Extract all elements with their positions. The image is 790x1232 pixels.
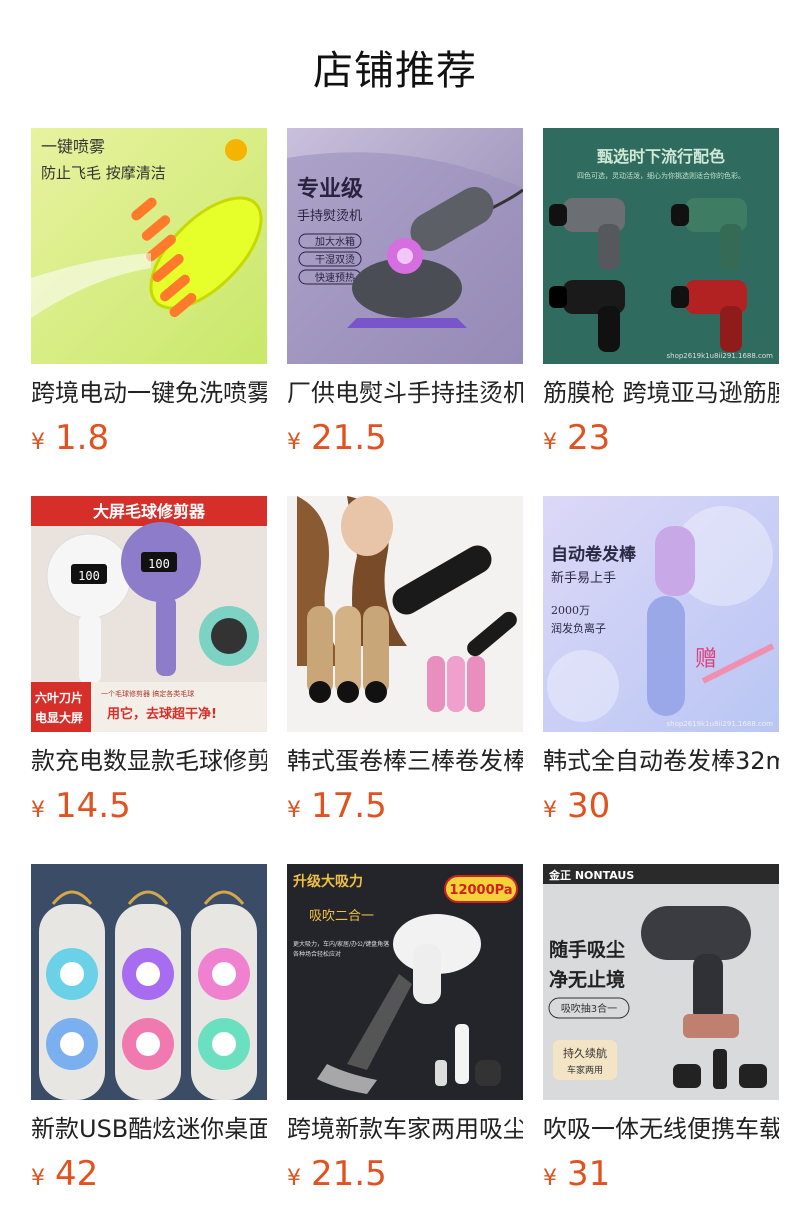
img-text: shop2619k1u8ii291.1688.com bbox=[667, 720, 774, 728]
product-price: ¥17.5 bbox=[287, 784, 387, 828]
product-name[interactable]: 新款USB酷炫迷你桌面风扇 bbox=[31, 1112, 267, 1146]
product-name[interactable]: 韩式全自动卷发棒32mm bbox=[543, 744, 779, 778]
pet-brush-image: 一键喷雾 防止飞毛 按摩清洁 bbox=[31, 128, 267, 364]
product-image[interactable]: 一键喷雾 防止飞毛 按摩清洁 bbox=[31, 128, 267, 364]
price-value: 42 bbox=[55, 1154, 99, 1194]
hair-curler-image bbox=[287, 496, 523, 732]
product-image[interactable]: 专业级 手持熨烫机 加大水箱 干湿双烫 快速预热 bbox=[287, 128, 523, 364]
img-text: 手持熨烫机 bbox=[297, 209, 362, 224]
img-text: 100 bbox=[78, 569, 100, 583]
img-text: 专业级 bbox=[297, 176, 363, 202]
img-text: 用它，去球超干净! bbox=[106, 706, 217, 722]
product-price: ¥23 bbox=[543, 416, 610, 460]
product-card[interactable]: 升级大吸力 吸吹二合一 更大吸力，车内/家居/办公/键盘角落 各种场合轻松应对 … bbox=[287, 864, 523, 1204]
handheld-vacuum-image: 金正 NONTAUS 随手吸尘 净无止境 吸吹抽3合一 持久续航 车家两用 bbox=[543, 864, 779, 1100]
img-text: 六叶刀片 bbox=[35, 690, 83, 705]
product-image[interactable] bbox=[31, 864, 267, 1100]
product-price: ¥30 bbox=[543, 784, 610, 828]
lint-remover-image: 大屏毛球修剪器 100 100 六叶刀片 电显大屏 一个毛球修剪器 搞定各类毛球… bbox=[31, 496, 267, 732]
product-card[interactable]: 韩式蛋卷棒三棒卷发棒 ¥17.5 bbox=[287, 496, 523, 836]
steam-iron-image: 专业级 手持熨烫机 加大水箱 干湿双烫 快速预热 bbox=[287, 128, 523, 364]
product-image[interactable]: 大屏毛球修剪器 100 100 六叶刀片 电显大屏 一个毛球修剪器 搞定各类毛球… bbox=[31, 496, 267, 732]
img-text: 加大水箱 bbox=[315, 235, 355, 248]
product-card[interactable]: 一键喷雾 防止飞毛 按摩清洁 跨境电动一键免洗喷雾宠物梳 ¥1.8 bbox=[31, 128, 267, 468]
img-text: 干湿双烫 bbox=[315, 254, 355, 266]
product-name[interactable]: 韩式蛋卷棒三棒卷发棒 bbox=[287, 744, 523, 778]
product-image[interactable]: 金正 NONTAUS 随手吸尘 净无止境 吸吹抽3合一 持久续航 车家两用 bbox=[543, 864, 779, 1100]
img-text: 电显大屏 bbox=[35, 710, 83, 725]
currency-symbol: ¥ bbox=[543, 798, 557, 823]
img-text: 12000Pa bbox=[449, 883, 512, 898]
product-card[interactable]: 大屏毛球修剪器 100 100 六叶刀片 电显大屏 一个毛球修剪器 搞定各类毛球… bbox=[31, 496, 267, 836]
price-value: 17.5 bbox=[311, 786, 387, 826]
img-text: 大屏毛球修剪器 bbox=[93, 502, 206, 521]
img-text: 2000万 bbox=[551, 604, 590, 617]
currency-symbol: ¥ bbox=[31, 430, 45, 455]
usb-fan-image bbox=[31, 864, 267, 1100]
img-text: 金正 NONTAUS bbox=[548, 868, 634, 882]
product-price: ¥14.5 bbox=[31, 784, 131, 828]
img-text: 新手易上手 bbox=[551, 570, 616, 586]
img-text: 赠 bbox=[695, 647, 717, 672]
currency-symbol: ¥ bbox=[287, 430, 301, 455]
img-text: 持久续航 bbox=[563, 1046, 607, 1060]
massage-gun-image: 甄选时下流行配色 四色可选，灵动活泼，细心为你挑选则适合你的色彩。 shop26… bbox=[543, 128, 779, 364]
img-text: 升级大吸力 bbox=[293, 873, 363, 890]
page-title: 店铺推荐 bbox=[313, 48, 477, 94]
img-text: 吸吹抽3合一 bbox=[561, 1002, 617, 1015]
product-name[interactable]: 厂供电熨斗手持挂烫机 bbox=[287, 376, 523, 410]
product-image[interactable]: 自动卷发棒 新手易上手 2000万 润发负离子 赠 shop2619k1u8ii… bbox=[543, 496, 779, 732]
product-card[interactable]: 专业级 手持熨烫机 加大水箱 干湿双烫 快速预热 厂供电熨斗手持挂烫机 ¥ 21… bbox=[287, 128, 523, 468]
img-text: 随手吸尘 bbox=[549, 938, 625, 961]
product-card[interactable]: 自动卷发棒 新手易上手 2000万 润发负离子 赠 shop2619k1u8ii… bbox=[543, 496, 779, 836]
price-value: 30 bbox=[567, 786, 611, 826]
img-text: 净无止境 bbox=[549, 968, 625, 991]
product-card[interactable]: 金正 NONTAUS 随手吸尘 净无止境 吸吹抽3合一 持久续航 车家两用 吹吸… bbox=[543, 864, 779, 1204]
currency-symbol: ¥ bbox=[543, 430, 557, 455]
img-text: 四色可选，灵动活泼，细心为你挑选则适合你的色彩。 bbox=[577, 171, 745, 180]
img-text: 一个毛球修剪器 搞定各类毛球 bbox=[101, 689, 194, 698]
img-text: 100 bbox=[148, 557, 170, 571]
product-name[interactable]: 跨境电动一键免洗喷雾宠物梳 bbox=[31, 376, 267, 410]
img-text: 更大吸力，车内/家居/办公/键盘角落 bbox=[293, 940, 389, 948]
img-text: 各种场合轻松应对 bbox=[293, 950, 341, 958]
product-price: ¥42 bbox=[31, 1152, 98, 1196]
auto-curler-image: 自动卷发棒 新手易上手 2000万 润发负离子 赠 shop2619k1u8ii… bbox=[543, 496, 779, 732]
product-image[interactable]: 甄选时下流行配色 四色可选，灵动活泼，细心为你挑选则适合你的色彩。 shop26… bbox=[543, 128, 779, 364]
product-price: ¥1.8 bbox=[31, 416, 109, 460]
currency-symbol: ¥ bbox=[31, 798, 45, 823]
price-value: 14.5 bbox=[55, 786, 131, 826]
currency-symbol: ¥ bbox=[543, 1166, 557, 1191]
img-text: 一键喷雾 bbox=[41, 137, 105, 156]
price-value: 21.5 bbox=[311, 1154, 387, 1194]
vacuum-image: 升级大吸力 吸吹二合一 更大吸力，车内/家居/办公/键盘角落 各种场合轻松应对 … bbox=[287, 864, 523, 1100]
price-value: 21.5 bbox=[311, 418, 387, 458]
product-image[interactable]: 升级大吸力 吸吹二合一 更大吸力，车内/家居/办公/键盘角落 各种场合轻松应对 … bbox=[287, 864, 523, 1100]
img-text: 吸吹二合一 bbox=[309, 909, 374, 924]
img-text: 车家两用 bbox=[567, 1064, 603, 1076]
img-text: 润发负离子 bbox=[551, 621, 606, 635]
img-text: 防止飞毛 按摩清洁 bbox=[41, 164, 166, 182]
product-price: ¥21.5 bbox=[287, 416, 387, 460]
product-image[interactable] bbox=[287, 496, 523, 732]
price-value: 1.8 bbox=[55, 418, 110, 458]
product-card[interactable]: 甄选时下流行配色 四色可选，灵动活泼，细心为你挑选则适合你的色彩。 shop26… bbox=[543, 128, 779, 468]
currency-symbol: ¥ bbox=[287, 798, 301, 823]
product-name[interactable]: 吹吸一体无线便携车载吸尘器 bbox=[543, 1112, 779, 1146]
currency-symbol: ¥ bbox=[287, 1166, 301, 1191]
img-text: shop2619k1u8ii291.1688.com bbox=[667, 352, 774, 360]
product-price: ¥21.5 bbox=[287, 1152, 387, 1196]
product-name[interactable]: 筋膜枪 跨境亚马逊筋膜枪 bbox=[543, 376, 779, 410]
product-price: ¥31 bbox=[543, 1152, 610, 1196]
price-value: 31 bbox=[567, 1154, 611, 1194]
img-text: 自动卷发棒 bbox=[551, 544, 637, 565]
product-card[interactable]: 新款USB酷炫迷你桌面风扇 ¥42 bbox=[31, 864, 267, 1204]
price-value: 23 bbox=[567, 418, 611, 458]
img-text: 快速预热 bbox=[315, 271, 355, 284]
currency-symbol: ¥ bbox=[31, 1166, 45, 1191]
product-name[interactable]: 款充电数显款毛球修剪器 bbox=[31, 744, 267, 778]
product-name[interactable]: 跨境新款车家两用吸尘器 bbox=[287, 1112, 523, 1146]
img-text: 甄选时下流行配色 bbox=[597, 147, 725, 166]
